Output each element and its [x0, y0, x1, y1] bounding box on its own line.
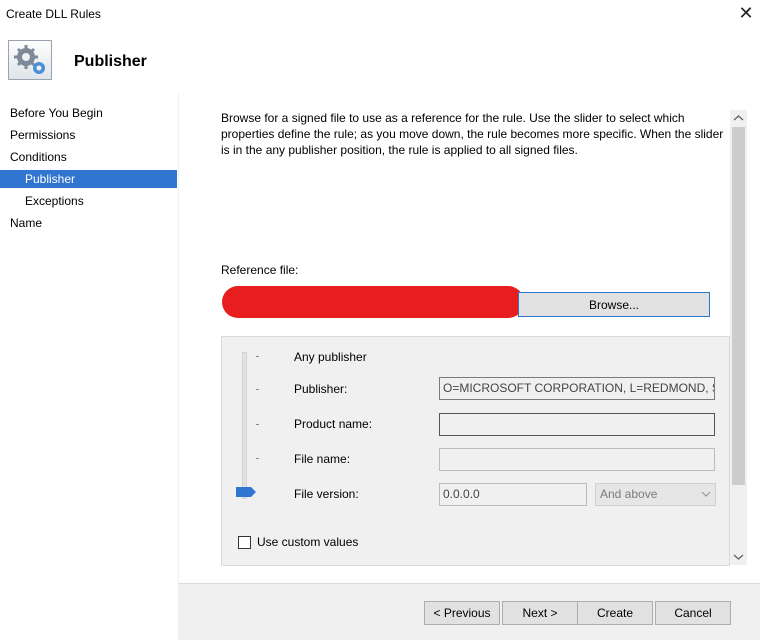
publisher-field[interactable]: O=MICROSOFT CORPORATION, L=REDMOND, S=W [439, 377, 715, 400]
window-title: Create DLL Rules [6, 7, 101, 21]
scrollbar-thumb[interactable] [732, 127, 745, 485]
file-name-field[interactable] [439, 448, 715, 471]
cancel-button[interactable]: Cancel [655, 601, 731, 625]
slider-tick [256, 424, 259, 425]
version-qualifier-value: And above [600, 487, 658, 501]
publisher-label: Publisher: [294, 382, 348, 396]
file-version-label: File version: [294, 487, 359, 501]
version-qualifier-select[interactable]: And above [595, 483, 716, 506]
wizard-steps-sidebar: Before You Begin Permissions Conditions … [0, 93, 178, 640]
title-bar [0, 0, 760, 30]
description-text: Browse for a signed file to use as a ref… [221, 111, 724, 157]
specificity-slider-track[interactable] [242, 352, 247, 499]
slider-tick [256, 356, 259, 357]
product-name-label: Product name: [294, 417, 373, 431]
create-button[interactable]: Create [577, 601, 653, 625]
browse-button[interactable]: Browse... [518, 292, 710, 317]
scroll-down-icon[interactable] [730, 548, 747, 565]
close-icon[interactable]: ✕ [736, 3, 756, 23]
nav-item-publisher[interactable]: Publisher [0, 170, 177, 188]
nav-item-conditions[interactable]: Conditions [10, 148, 67, 166]
scroll-up-icon[interactable] [730, 110, 747, 127]
product-name-field[interactable] [439, 413, 715, 436]
use-custom-values-label: Use custom values [257, 535, 359, 549]
file-version-field[interactable]: 0.0.0.0 [439, 483, 587, 506]
nav-item-exceptions[interactable]: Exceptions [25, 192, 84, 210]
next-button[interactable]: Next > [502, 601, 578, 625]
previous-button[interactable]: < Previous [424, 601, 500, 625]
nav-item-name[interactable]: Name [10, 214, 42, 232]
slider-thumb[interactable] [236, 486, 256, 497]
file-name-label: File name: [294, 452, 351, 466]
nav-item-permissions[interactable]: Permissions [10, 126, 75, 144]
slider-tick [256, 389, 259, 390]
gears-icon [8, 40, 52, 80]
any-publisher-label: Any publisher [294, 350, 367, 364]
chevron-down-icon [701, 484, 711, 512]
slider-tick [256, 458, 259, 459]
use-custom-values-checkbox[interactable] [238, 536, 251, 549]
redacted-reference-file-path [222, 286, 524, 318]
page-title: Publisher [74, 53, 147, 70]
nav-item-before-you-begin[interactable]: Before You Begin [10, 104, 103, 122]
reference-file-label: Reference file: [221, 263, 299, 277]
